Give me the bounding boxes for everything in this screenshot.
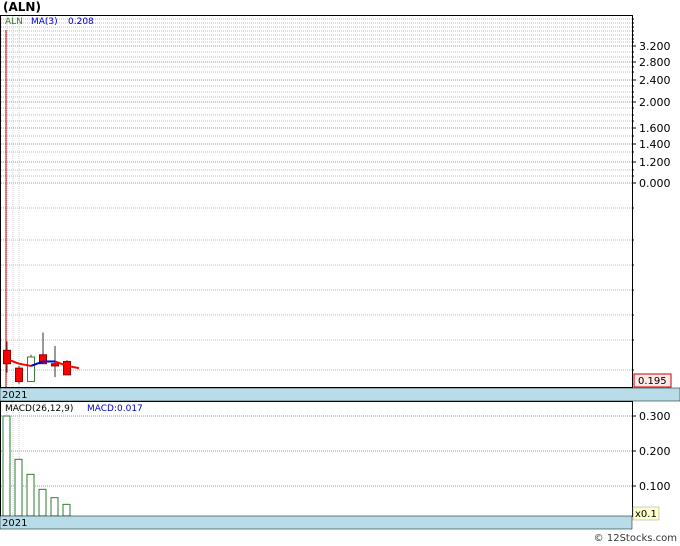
macd-y-tick: 0.200	[639, 445, 671, 458]
macd-bar	[50, 497, 59, 517]
macd-legend-left: MACD(26,12,9)	[5, 404, 73, 414]
price-y-tick: 2.400	[639, 74, 671, 87]
candle-body	[51, 363, 59, 367]
year-band-price	[0, 387, 680, 402]
macd-legend-right: MACD:0.017	[87, 404, 143, 414]
macd-y-tick: 0.100	[639, 480, 671, 493]
price-y-tick: 1.200	[639, 156, 671, 169]
macd-y-tick-labels: 0.300 0.200 0.100	[632, 410, 671, 493]
price-y-tick: 1.600	[639, 122, 671, 135]
price-y-tick: 3.200	[639, 40, 671, 53]
price-y-tick-labels: 3.200 2.800 2.400 2.000 1.600 1.400 1.200 0.000	[632, 18, 671, 371]
current-price-label: 0.195	[638, 376, 667, 387]
candle-body	[27, 356, 35, 383]
price-y-tick: 2.800	[639, 56, 671, 69]
price-y-tick: 2.000	[639, 96, 671, 109]
page-title: (ALN)	[3, 0, 41, 14]
macd-bar	[38, 488, 47, 517]
macd-bar	[14, 458, 23, 517]
macd-scale-label: x0.1	[635, 509, 657, 520]
price-panel-frame	[0, 15, 633, 388]
macd-bar	[26, 473, 35, 517]
macd-bar	[62, 503, 71, 517]
price-y-tick: 0.000	[639, 177, 671, 190]
macd-y-tick: 0.300	[639, 410, 671, 423]
legend-ma-value: 0.208	[68, 17, 94, 27]
price-y-tick: 1.400	[639, 138, 671, 151]
candle-body	[63, 360, 71, 376]
year-label-macd: 2021	[2, 518, 27, 529]
year-band-macd	[0, 515, 633, 530]
stock-chart: 3.200 2.800 2.400 2.000 1.600 1.400 1.200 0.000…	[0, 15, 680, 530]
legend-ma: MA(3)	[31, 17, 58, 27]
year-label-price: 2021	[2, 390, 27, 401]
candle-body	[3, 349, 11, 365]
macd-bar	[2, 415, 11, 517]
candle-body	[15, 367, 23, 383]
footer-credit: © 12Stocks.com	[593, 533, 677, 544]
legend-ticker: ALN	[5, 17, 23, 27]
macd-panel-frame	[0, 401, 633, 517]
